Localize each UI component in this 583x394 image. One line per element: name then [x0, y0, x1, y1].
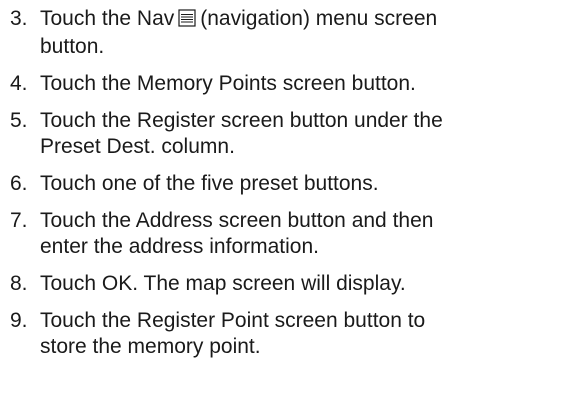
step-3: 3. Touch the Nav (navigation) menu screen…	[0, 6, 583, 60]
step-line: store the memory point.	[40, 335, 261, 358]
step-line: Preset Dest. column.	[40, 135, 235, 158]
step-line: Touch the Address screen button and then	[40, 209, 434, 232]
step-line: Touch one of the five preset buttons.	[40, 172, 379, 195]
step-number: 9.	[10, 309, 28, 332]
step-7: 7. Touch the Address screen button and t…	[0, 208, 583, 260]
step-line: Touch the Register screen button under t…	[40, 109, 443, 132]
step-9: 9. Touch the Register Point screen butto…	[0, 308, 583, 360]
step-8: 8. Touch OK. The map screen will display…	[0, 271, 583, 297]
step-line: Touch the Memory Points screen button.	[40, 72, 416, 95]
step-line: Touch OK. The map screen will display.	[40, 272, 406, 295]
step-number: 4.	[10, 72, 28, 95]
step-line: enter the address information.	[40, 235, 319, 258]
step-number: 8.	[10, 272, 28, 295]
step-6: 6. Touch one of the five preset buttons.	[0, 171, 583, 197]
step-line: Touch the Register Point screen button t…	[40, 309, 426, 332]
instruction-steps: 3. Touch the Nav (navigation) menu screen…	[0, 0, 583, 360]
step-number: 5.	[10, 109, 28, 132]
step-4: 4. Touch the Memory Points screen button…	[0, 71, 583, 97]
step-line: button.	[40, 35, 105, 58]
step-number: 7.	[10, 209, 28, 232]
step-number: 3.	[10, 7, 28, 30]
step-number: 6.	[10, 172, 28, 195]
step-5: 5. Touch the Register screen button unde…	[0, 108, 583, 160]
nav-menu-icon	[178, 8, 196, 34]
step-line: Touch the Nav (navigation) menu screen	[40, 6, 583, 34]
step-text: (navigation) menu screen	[200, 7, 438, 30]
step-text: Touch the Nav	[40, 7, 175, 30]
